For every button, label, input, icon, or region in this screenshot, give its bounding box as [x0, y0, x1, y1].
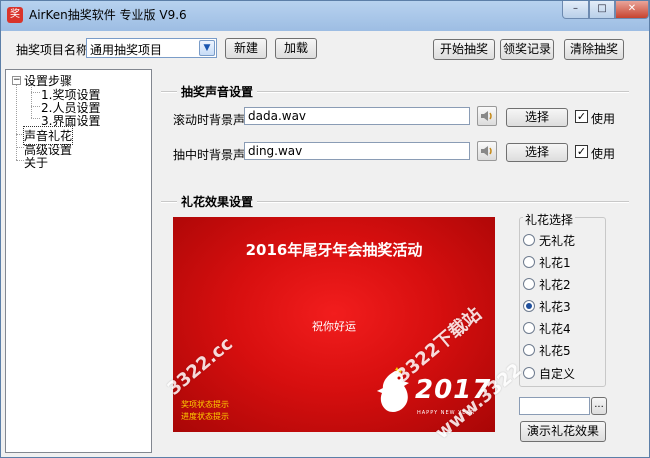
tree-item-about[interactable]: 关于: [24, 154, 48, 171]
fireworks-radio-4-label[interactable]: 礼花4: [539, 320, 571, 337]
rolling-sound-use-checkbox[interactable]: ✓: [575, 110, 588, 123]
project-name-label: 抽奖项目名称: [16, 43, 89, 57]
custom-fireworks-path-input[interactable]: [519, 397, 590, 415]
window-title: AirKen抽奖软件 专业版 V9.6: [29, 8, 187, 22]
fireworks-radio-4[interactable]: [523, 322, 535, 334]
project-select-value: 通用抽奖项目: [90, 43, 163, 57]
chevron-down-icon[interactable]: ▼: [199, 40, 215, 56]
clear-draw-button[interactable]: 清除抽奖: [564, 39, 624, 60]
settings-tree[interactable]: − 设置步骤 1.奖项设置 2.人员设置 3.界面设置 声音礼花 高级设置 关于: [5, 69, 152, 453]
load-project-button[interactable]: 加载: [275, 38, 317, 59]
fireworks-radio-5-label[interactable]: 礼花5: [539, 342, 571, 359]
preview-progress-status: 进度状态提示: [181, 412, 229, 421]
prize-records-button[interactable]: 领奖记录: [500, 39, 554, 60]
winning-sound-use-checkbox[interactable]: ✓: [575, 145, 588, 158]
tree-line: [16, 160, 24, 161]
maximize-button[interactable]: □: [589, 1, 615, 19]
winning-sound-label: 抽中时背景声:: [173, 148, 250, 162]
tree-collapse-toggle[interactable]: −: [12, 76, 21, 85]
tree-line: [31, 118, 40, 119]
minimize-button[interactable]: –: [562, 1, 589, 19]
rolling-sound-choose-button[interactable]: 选择: [506, 108, 568, 127]
speaker-icon[interactable]: [477, 106, 497, 126]
close-button[interactable]: ✕: [615, 1, 649, 19]
preview-title: 2016年尾牙年会抽奖活动: [245, 241, 423, 259]
rolling-sound-file-input[interactable]: dada.wav: [244, 107, 470, 125]
fireworks-radio-none-label[interactable]: 无礼花: [539, 232, 575, 249]
fireworks-radio-custom-label[interactable]: 自定义: [539, 365, 575, 382]
fireworks-radio-none[interactable]: [523, 234, 535, 246]
winning-sound-file-input[interactable]: ding.wav: [244, 142, 470, 160]
sound-section-title: 抽奖声音设置: [177, 83, 258, 100]
fireworks-radio-1[interactable]: [523, 256, 535, 268]
tree-line: [31, 92, 40, 93]
fireworks-radio-2-label[interactable]: 礼花2: [539, 276, 571, 293]
app-window: 奖 AirKen抽奖软件 专业版 V9.6 – □ ✕ 抽奖项目名称 通用抽奖项…: [0, 0, 650, 458]
speaker-icon[interactable]: [477, 141, 497, 161]
fireworks-radio-5[interactable]: [523, 344, 535, 356]
winning-sound-choose-button[interactable]: 选择: [506, 143, 568, 162]
radio-selected-dot: [526, 303, 532, 309]
fireworks-radio-3[interactable]: [523, 300, 535, 312]
tree-line: [16, 134, 24, 135]
tree-line: [31, 106, 40, 107]
demo-fireworks-button[interactable]: 演示礼花效果: [520, 421, 606, 442]
app-logo-icon: 奖: [7, 7, 23, 23]
fireworks-group-title: 礼花选择: [523, 211, 576, 228]
fireworks-radio-3-label[interactable]: 礼花3: [539, 298, 571, 315]
rolling-sound-use-label: 使用: [591, 112, 616, 126]
fireworks-radio-2[interactable]: [523, 278, 535, 290]
rolling-sound-label: 滚动时背景声:: [173, 113, 250, 127]
fireworks-radio-1-label[interactable]: 礼花1: [539, 254, 571, 271]
title-bar[interactable]: 奖 AirKen抽奖软件 专业版 V9.6 – □ ✕: [1, 1, 649, 31]
new-project-button[interactable]: 新建: [225, 38, 267, 59]
tree-line: [16, 85, 17, 160]
start-draw-button[interactable]: 开始抽奖: [433, 39, 495, 60]
tree-line: [31, 85, 32, 118]
browse-button[interactable]: ...: [591, 397, 607, 415]
fireworks-section-title: 礼花效果设置: [177, 193, 258, 210]
preview-prize-status: 奖项状态提示: [181, 400, 229, 409]
tree-line: [16, 147, 24, 148]
project-select[interactable]: 通用抽奖项目 ▼: [86, 38, 217, 58]
winning-sound-use-label: 使用: [591, 147, 616, 161]
